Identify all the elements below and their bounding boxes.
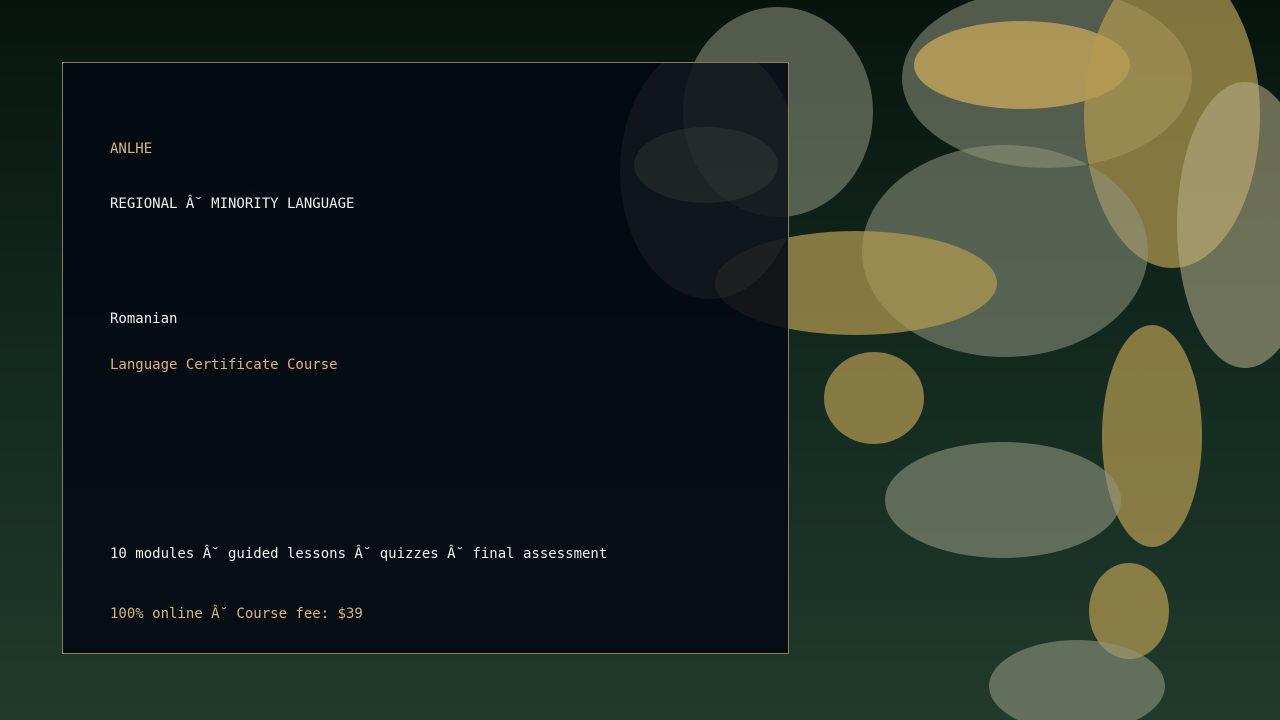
course-card: ANLHE REGIONAL Â˘ MINORITY LANGUAGE Roma… (62, 62, 790, 654)
language-name: Romanian (110, 311, 178, 327)
course-fee: 100% online Â˘ Course fee: $39 (110, 606, 363, 622)
course-details: 10 modules Â˘ guided lessons Â˘ quizzes … (110, 546, 608, 562)
brand-name: ANLHE (110, 141, 153, 157)
bubble (885, 442, 1121, 558)
bubble (824, 352, 924, 444)
course-type: Language Certificate Course (110, 357, 338, 373)
bubble (634, 127, 778, 203)
course-category: REGIONAL Â˘ MINORITY LANGUAGE (110, 196, 355, 212)
